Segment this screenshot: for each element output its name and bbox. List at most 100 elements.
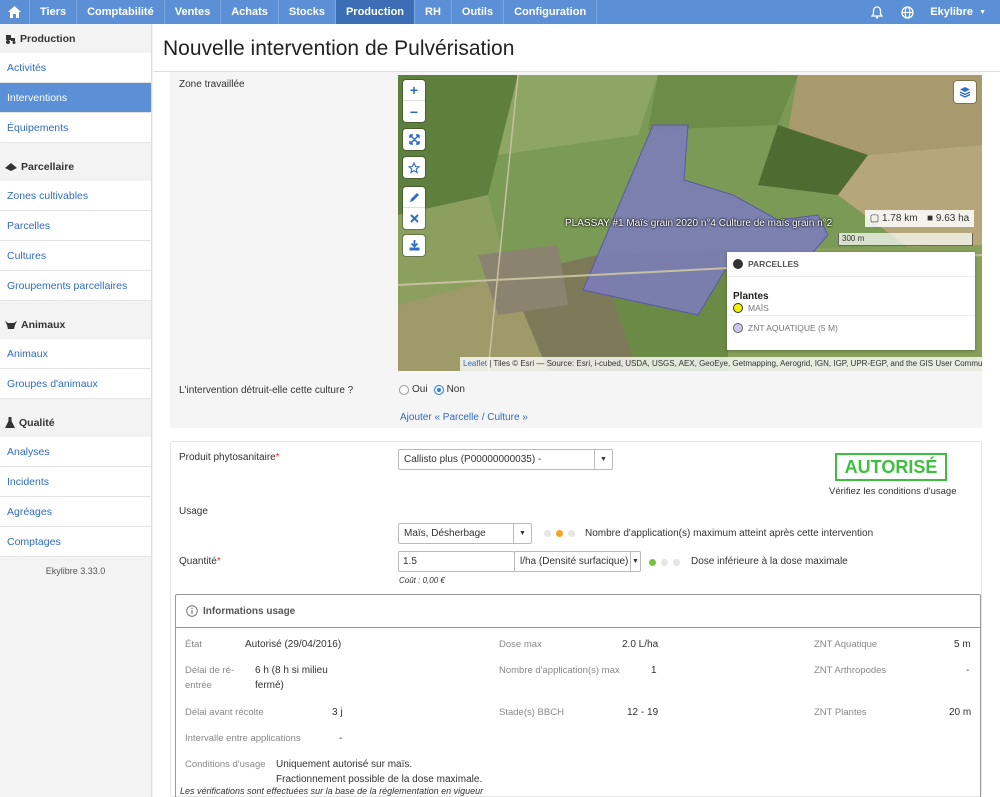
delai-reentree-value: 6 h (8 h si milieu fermé) bbox=[255, 665, 328, 691]
dose-max-value: 2.0 L/ha bbox=[622, 639, 659, 650]
destroy-question-label: L'intervention détruit-elle cette cultur… bbox=[179, 385, 354, 396]
usage-info-box: Informations usage État Autorisé (29/04/… bbox=[175, 594, 981, 797]
sidebar-item-agreages[interactable]: Agréages bbox=[0, 497, 151, 527]
sidebar-section-title: Parcellaire bbox=[21, 160, 75, 173]
conditions-key: Conditions d'usage bbox=[185, 759, 266, 770]
layers-icon[interactable] bbox=[954, 81, 976, 103]
user-name: Ekylibre bbox=[930, 6, 974, 18]
sidebar-item-incidents[interactable]: Incidents bbox=[0, 467, 151, 497]
map-attribution: Leaflet | Tiles © Esri — Source: Esri, i… bbox=[460, 357, 982, 371]
quantity-label: Quantité* bbox=[179, 556, 221, 567]
product-panel: Produit phytosanitaire* Callisto plus (P… bbox=[170, 441, 982, 797]
leaflet-link[interactable]: Leaflet bbox=[463, 359, 487, 368]
sidebar-item-activites[interactable]: Activités bbox=[0, 53, 151, 83]
main-content: Nouvelle intervention de Pulvérisation Z… bbox=[153, 24, 1000, 797]
znt-plantes-key: ZNT Plantes bbox=[814, 707, 867, 718]
zone-panel: Zone travaillée + − PLASSAY #1 Maïs grai… bbox=[170, 72, 982, 428]
indicator-dot bbox=[661, 559, 668, 566]
pencil-icon[interactable] bbox=[403, 187, 425, 208]
caret-down-icon[interactable]: ▼ bbox=[594, 450, 612, 469]
home-icon[interactable] bbox=[0, 0, 30, 24]
download-control bbox=[403, 235, 425, 256]
info-icon bbox=[186, 605, 198, 617]
nav-production[interactable]: Production bbox=[335, 0, 416, 24]
flask-icon bbox=[5, 417, 15, 428]
nav-rh[interactable]: RH bbox=[415, 0, 452, 24]
quantity-input[interactable]: 1.5 bbox=[398, 551, 515, 572]
sidebar-item-comptages[interactable]: Comptages bbox=[0, 527, 151, 557]
etat-key: État bbox=[185, 639, 202, 650]
download-icon[interactable] bbox=[403, 235, 425, 256]
nav-outils[interactable]: Outils bbox=[452, 0, 505, 24]
unit-select[interactable]: l/ha (Densité surfacique) ▼ bbox=[514, 551, 641, 572]
radio-non[interactable]: Non bbox=[433, 384, 465, 395]
znt-dot-icon bbox=[733, 323, 743, 333]
radio-oui-circle[interactable] bbox=[399, 384, 409, 395]
znt-plantes-value: 20 m bbox=[949, 707, 972, 718]
nav-comptabilite[interactable]: Comptabilité bbox=[77, 0, 165, 24]
add-parcelle-link[interactable]: Ajouter « Parcelle / Culture » bbox=[400, 412, 528, 423]
map-legend: PARCELLES Plantes MAÏS ZNT AQUATIQUE (5 … bbox=[727, 252, 975, 350]
indicator-dot-active bbox=[556, 530, 563, 537]
delai-reentree-key: Délai de ré-entrée bbox=[185, 665, 235, 691]
zoom-in-icon[interactable]: + bbox=[403, 80, 425, 101]
zoom-out-icon[interactable]: − bbox=[403, 101, 425, 122]
sidebar-section-parcellaire: Parcellaire bbox=[0, 152, 151, 181]
sidebar: Production Activités Interventions Équip… bbox=[0, 24, 152, 797]
star-icon[interactable] bbox=[403, 157, 425, 178]
measure-box: ▢ 1.78 km ■ 9.63 ha bbox=[865, 210, 974, 227]
radio-non-circle[interactable] bbox=[433, 384, 444, 395]
status-note: Vérifiez les conditions d'usage bbox=[829, 486, 957, 497]
delai-recolte-value: 3 j bbox=[332, 707, 343, 718]
sidebar-item-analyses[interactable]: Analyses bbox=[0, 437, 151, 467]
intervalle-key: Intervalle entre applications bbox=[185, 733, 301, 744]
znt-arthropodes-value: - bbox=[966, 665, 970, 676]
nav-tiers[interactable]: Tiers bbox=[30, 0, 78, 24]
draw-control bbox=[403, 187, 425, 229]
sidebar-item-parcelles[interactable]: Parcelles bbox=[0, 211, 151, 241]
caret-down-icon[interactable]: ▼ bbox=[513, 524, 531, 543]
cow-icon bbox=[5, 320, 17, 329]
cost-label: Coût : 0,00 € bbox=[399, 576, 445, 585]
sidebar-item-equipements[interactable]: Équipements bbox=[0, 113, 151, 143]
usage-select[interactable]: Maïs, Désherbage ▼ bbox=[398, 523, 532, 544]
sidebar-item-groupements-parcellaires[interactable]: Groupements parcellaires bbox=[0, 271, 151, 301]
user-menu[interactable]: Ekylibre ▼ bbox=[922, 6, 1000, 18]
quantity-indicator bbox=[649, 559, 680, 566]
map[interactable]: + − PLASSAY #1 Maïs grain 2020 n°4 Cultu… bbox=[398, 75, 982, 371]
sidebar-item-animaux[interactable]: Animaux bbox=[0, 339, 151, 369]
scale-bar: 300 m bbox=[838, 233, 973, 246]
znt-aquatique-value: 5 m bbox=[954, 639, 971, 650]
nav-achats[interactable]: Achats bbox=[221, 0, 279, 24]
intervalle-value: - bbox=[339, 733, 343, 744]
sidebar-item-zones-cultivables[interactable]: Zones cultivables bbox=[0, 181, 151, 211]
destroy-radio-group: Oui Non bbox=[399, 384, 471, 395]
zone-label: Zone travaillée bbox=[179, 79, 245, 90]
nav-configuration[interactable]: Configuration bbox=[504, 0, 598, 24]
globe-icon[interactable] bbox=[892, 0, 922, 24]
fullscreen-icon[interactable] bbox=[403, 129, 425, 150]
delete-icon[interactable] bbox=[403, 208, 425, 229]
zoom-control: + − bbox=[403, 80, 425, 122]
sidebar-item-groupes-animaux[interactable]: Groupes d'animaux bbox=[0, 369, 151, 399]
sidebar-section-title: Qualité bbox=[19, 416, 55, 429]
status-badge: AUTORISÉ bbox=[835, 453, 947, 481]
legend-parcelles: PARCELLES bbox=[727, 252, 975, 277]
znt-aquatique-key: ZNT Aquatique bbox=[814, 639, 878, 650]
product-select[interactable]: Callisto plus (P00000000035) - ▼ bbox=[398, 449, 613, 470]
indicator-dot bbox=[673, 559, 680, 566]
bell-icon[interactable] bbox=[862, 0, 892, 24]
radio-oui[interactable]: Oui bbox=[399, 384, 428, 395]
etat-value: Autorisé (29/04/2016) bbox=[245, 639, 342, 650]
parcelles-dot-icon bbox=[733, 259, 743, 269]
caret-down-icon: ▼ bbox=[979, 8, 986, 16]
nav-ventes[interactable]: Ventes bbox=[165, 0, 222, 24]
nav-stocks[interactable]: Stocks bbox=[279, 0, 336, 24]
delai-recolte-key: Délai avant récolte bbox=[185, 707, 264, 718]
caret-down-icon[interactable]: ▼ bbox=[630, 552, 640, 571]
sidebar-section-animaux: Animaux bbox=[0, 310, 151, 339]
sidebar-section-qualite: Qualité bbox=[0, 408, 151, 437]
sidebar-item-interventions[interactable]: Interventions bbox=[0, 83, 151, 113]
sidebar-item-cultures[interactable]: Cultures bbox=[0, 241, 151, 271]
tractor-icon bbox=[6, 34, 16, 44]
